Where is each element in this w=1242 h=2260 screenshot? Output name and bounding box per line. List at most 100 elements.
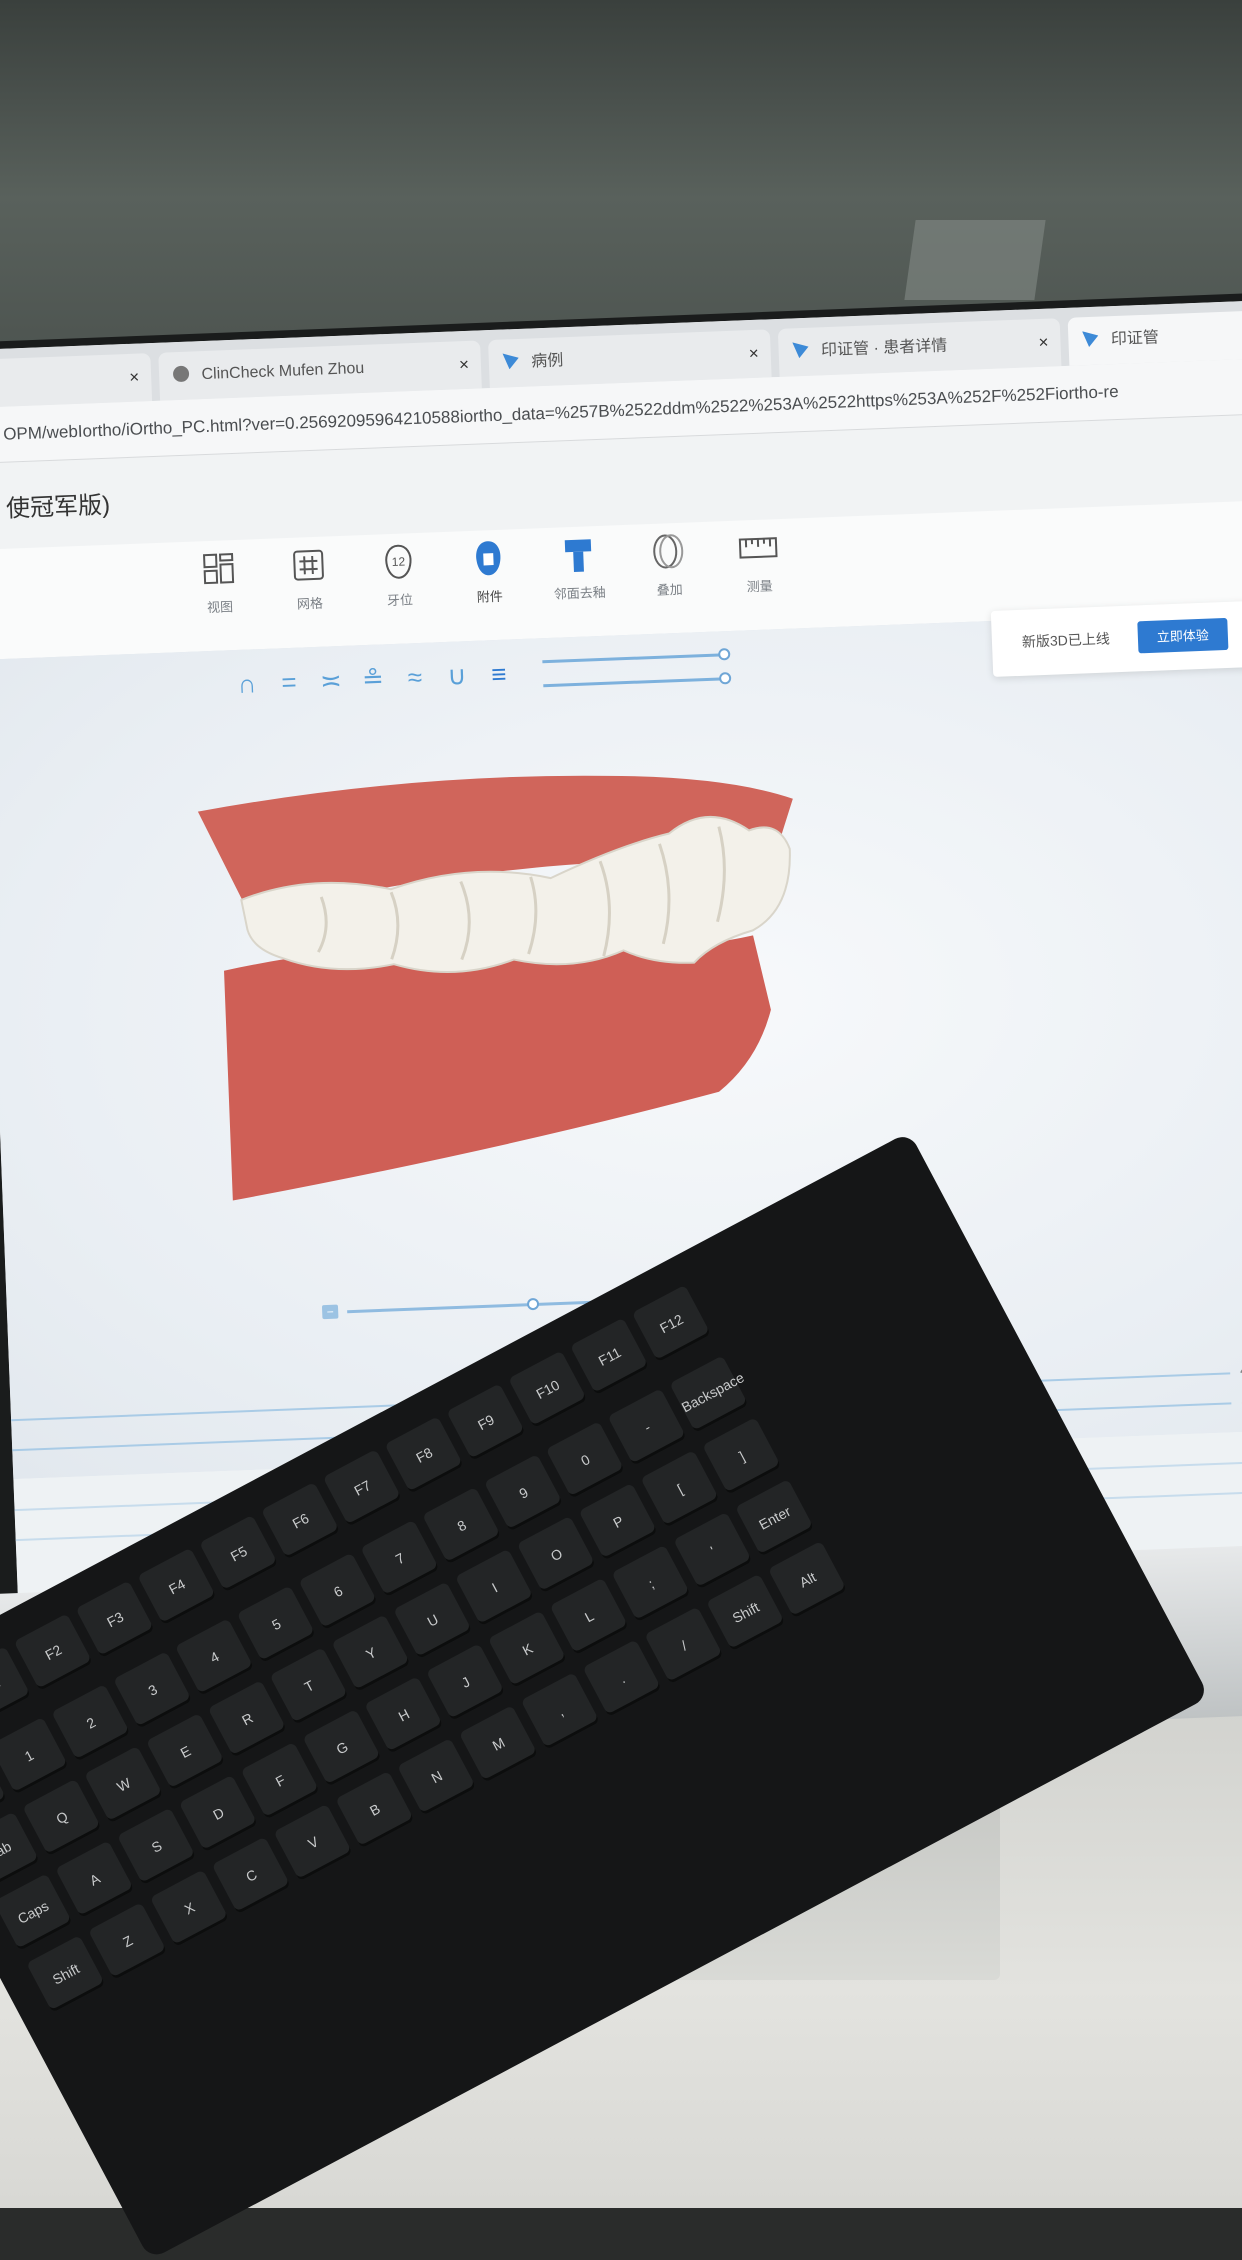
key[interactable]: Q [22, 1778, 102, 1857]
key[interactable]: N [397, 1738, 477, 1816]
key[interactable]: 7 [360, 1519, 440, 1598]
key[interactable]: S [117, 1807, 197, 1886]
key[interactable]: Caps [0, 1873, 73, 1952]
key[interactable]: K [487, 1610, 568, 1689]
lower-opacity-slider[interactable] [543, 677, 724, 688]
dental-3d-model[interactable] [187, 758, 823, 1211]
key[interactable]: F7 [322, 1449, 403, 1527]
key[interactable]: F2 [13, 1613, 93, 1692]
toolbar-label: 视图 [206, 599, 234, 616]
key[interactable]: F6 [260, 1481, 341, 1560]
key[interactable]: Alt [767, 1540, 848, 1619]
lower-opacity-handle[interactable] [718, 672, 732, 685]
arch-view-controls: ∩ = ≍ ≗ ≈ ∪ ≡ [232, 653, 513, 704]
toolbar-grid-button[interactable]: 网格 [268, 544, 351, 614]
key[interactable]: 3 [113, 1651, 193, 1729]
browser-tab-active[interactable]: 印证管 [1067, 309, 1242, 366]
key[interactable]: 8 [422, 1486, 502, 1565]
key[interactable]: F12 [631, 1284, 712, 1363]
key[interactable]: J [426, 1643, 506, 1721]
key[interactable]: - [607, 1388, 687, 1466]
key[interactable]: Backspace [669, 1355, 749, 1434]
key[interactable]: , [520, 1672, 600, 1750]
key[interactable]: Enter [735, 1479, 815, 1557]
key[interactable]: F11 [569, 1317, 650, 1396]
key[interactable]: 6 [298, 1552, 378, 1631]
key[interactable]: X [149, 1869, 230, 1948]
toolbar-view-button[interactable]: 视图 [178, 547, 261, 617]
toolbar-attachment-button[interactable]: 附件 [448, 537, 531, 607]
occlusal-view-icon[interactable]: ≗ [358, 663, 387, 694]
overlay-icon [647, 531, 689, 573]
key[interactable]: W [84, 1745, 164, 1824]
key[interactable]: Y [331, 1614, 411, 1693]
key[interactable]: Z [88, 1902, 168, 1980]
key[interactable]: F8 [384, 1416, 464, 1494]
key[interactable]: ' [673, 1511, 753, 1590]
upper-arch-icon[interactable]: ∩ [232, 668, 261, 699]
front-view-icon[interactable]: ≍ [316, 665, 345, 696]
key[interactable]: T [269, 1647, 349, 1725]
key[interactable]: 4 [174, 1618, 255, 1696]
key[interactable]: I [454, 1548, 535, 1627]
key[interactable]: 2 [51, 1684, 131, 1762]
upper-opacity-handle[interactable] [718, 648, 731, 661]
key[interactable]: F5 [199, 1514, 279, 1593]
browser-tab-1[interactable]: × [0, 353, 153, 408]
stage-slider-handle[interactable] [526, 1297, 540, 1311]
key[interactable]: 1 [0, 1716, 69, 1795]
toolbar-ipr-button[interactable]: 邻面去釉 [538, 533, 621, 603]
zoom-out-button[interactable]: − [321, 1304, 339, 1320]
key[interactable]: 5 [236, 1585, 316, 1664]
side-view-icon[interactable]: ≈ [400, 662, 429, 693]
new-version-notice: 新版3D已上线 立即体验 [990, 600, 1242, 677]
layout-icon [198, 548, 240, 590]
close-icon[interactable]: × [1038, 319, 1050, 367]
key[interactable]: C [211, 1836, 291, 1915]
notice-text: 新版3D已上线 [1021, 630, 1111, 650]
toolbar-tooth-number-button[interactable]: 12 牙位 [358, 540, 441, 610]
key[interactable]: ; [611, 1544, 691, 1623]
key[interactable]: [ [640, 1450, 720, 1528]
close-icon[interactable]: × [458, 341, 470, 389]
key[interactable]: H [364, 1676, 444, 1754]
tab-label: 印证管 [1110, 329, 1160, 349]
key[interactable]: P [578, 1482, 658, 1561]
key[interactable]: L [549, 1577, 629, 1656]
key[interactable]: D [178, 1774, 259, 1853]
both-arches-icon[interactable]: = [274, 667, 303, 698]
key[interactable]: M [458, 1705, 539, 1783]
key[interactable]: R [207, 1680, 288, 1758]
key[interactable]: E [145, 1713, 226, 1791]
app-title: 使冠军版) [5, 491, 111, 523]
key[interactable]: 9 [483, 1454, 564, 1532]
split-view-icon[interactable]: ≡ [484, 659, 513, 690]
key[interactable]: F10 [508, 1350, 588, 1429]
key[interactable]: ] [702, 1417, 782, 1495]
try-now-button[interactable]: 立即体验 [1137, 617, 1229, 654]
upper-opacity-slider[interactable] [542, 653, 723, 664]
tooth-favicon-icon [503, 353, 520, 370]
key[interactable]: 0 [545, 1421, 625, 1499]
ipr-icon [558, 534, 600, 576]
key[interactable]: F [240, 1741, 320, 1820]
close-icon[interactable]: × [748, 330, 760, 378]
key[interactable]: O [516, 1515, 597, 1594]
toolbar-overlay-button[interactable]: 叠加 [628, 530, 711, 600]
key[interactable]: U [393, 1581, 473, 1660]
close-icon[interactable]: × [128, 354, 140, 402]
key[interactable]: . [582, 1639, 662, 1718]
key[interactable]: A [55, 1840, 135, 1919]
key[interactable]: F3 [75, 1580, 155, 1659]
key[interactable]: B [335, 1770, 415, 1849]
tab-label: ClinCheck Mufen Zhou [201, 359, 365, 384]
key[interactable]: F9 [446, 1383, 526, 1461]
toolbar-measure-button[interactable]: 测量 [717, 526, 800, 596]
key[interactable]: Shift [26, 1935, 106, 2013]
key[interactable]: V [273, 1803, 353, 1882]
key[interactable]: G [302, 1709, 382, 1787]
key[interactable]: / [644, 1606, 724, 1685]
key[interactable]: Shift [706, 1573, 786, 1652]
key[interactable]: F4 [137, 1547, 217, 1626]
lower-arch-icon[interactable]: ∪ [442, 660, 471, 691]
